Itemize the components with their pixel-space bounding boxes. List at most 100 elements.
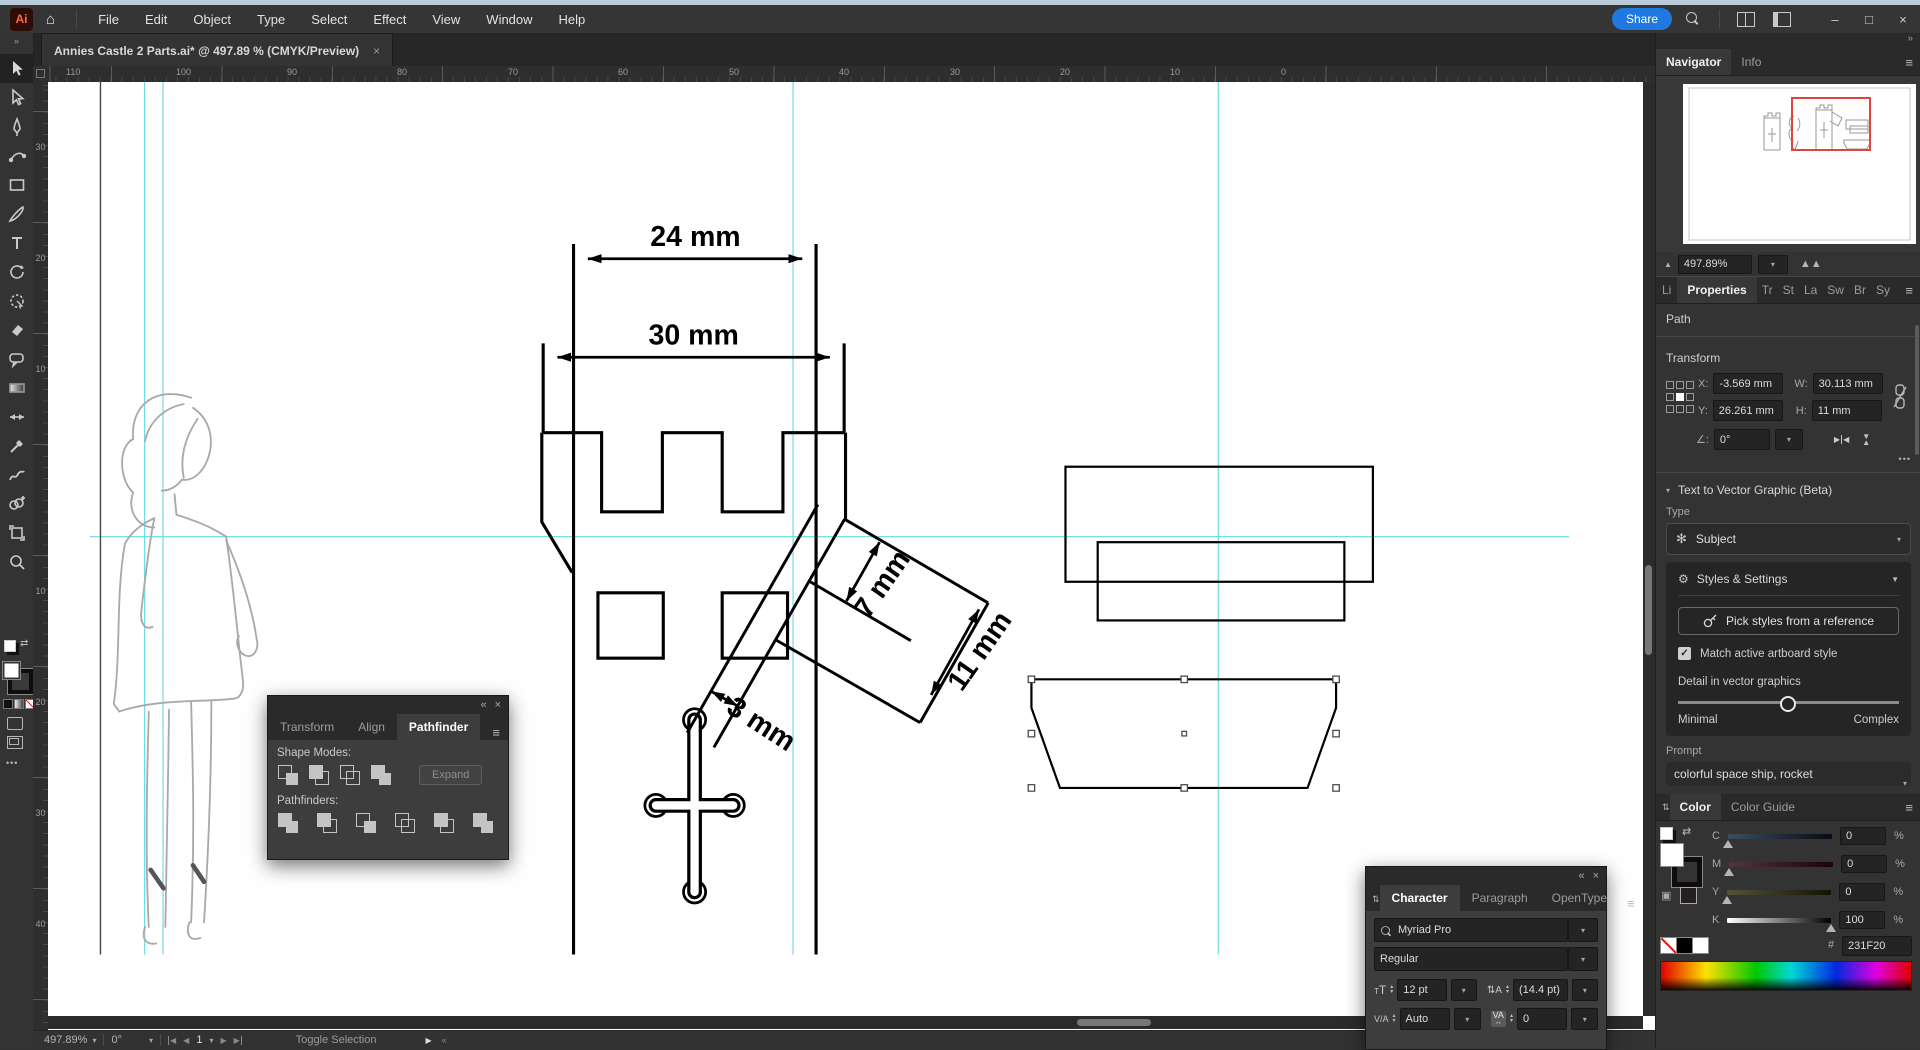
part-rectangles[interactable] — [1065, 467, 1372, 621]
pick-styles-button[interactable]: Pick styles from a reference — [1678, 607, 1899, 635]
tab-layers[interactable]: La — [1799, 277, 1822, 303]
tracking-stepper[interactable]: ▴▾ — [1510, 1014, 1513, 1024]
tool-direct-selection[interactable] — [0, 83, 33, 112]
document-tab[interactable]: Annies Castle 2 Parts.ai* @ 497.89 % (CM… — [41, 33, 393, 67]
next-artboard-icon[interactable]: ▶ — [220, 1036, 226, 1045]
yellow-slider[interactable] — [1727, 890, 1831, 895]
dim-7mm[interactable]: 7 mm — [848, 544, 917, 623]
tool-gradient[interactable] — [0, 373, 33, 402]
prompt-input[interactable]: colorful space ship, rocket ▾ — [1666, 762, 1911, 786]
collapse-icon[interactable]: « — [480, 699, 486, 711]
tool-shape-builder[interactable] — [0, 489, 33, 518]
zoom-in-icon[interactable]: ▲▲ — [1800, 258, 1822, 270]
cyan-slider[interactable] — [1728, 834, 1832, 839]
flip-horizontal-icon[interactable]: ▶◀ — [1834, 435, 1849, 444]
tab-color[interactable]: Color — [1670, 794, 1721, 820]
swap-fill-stroke-icon[interactable]: ⇄ — [20, 638, 28, 649]
menu-object[interactable]: Object — [193, 12, 231, 27]
panel-menu-icon[interactable]: ≡ — [1897, 283, 1920, 298]
hex-input[interactable]: 231F20 — [1842, 936, 1912, 956]
default-fill-stroke-icon[interactable] — [4, 640, 16, 652]
leading-dropdown[interactable]: ▾ — [1572, 979, 1598, 1001]
leading-stepper[interactable]: ▴▾ — [1506, 985, 1509, 995]
rotation-input[interactable]: 0° — [1714, 429, 1770, 450]
tool-eyedropper[interactable] — [0, 431, 33, 460]
black-slider[interactable] — [1727, 918, 1831, 923]
font-size-input[interactable]: 12 pt — [1397, 979, 1446, 1001]
tool-rotate[interactable] — [0, 257, 33, 286]
home-icon[interactable]: ⌂ — [46, 11, 55, 28]
font-family-dropdown[interactable]: ▾ — [1568, 918, 1598, 942]
magenta-slider[interactable] — [1729, 862, 1833, 867]
tool-selection[interactable] — [0, 54, 33, 83]
navigator-zoom-input[interactable]: 497.89% — [1678, 255, 1752, 274]
tab-character[interactable]: Character — [1380, 885, 1460, 911]
dock-scrollbar-thumb[interactable] — [1915, 325, 1919, 455]
default-fill-stroke-icon[interactable] — [1660, 827, 1673, 840]
share-button[interactable]: Share — [1612, 8, 1672, 30]
dim-24mm[interactable]: 24 mm — [650, 221, 740, 253]
last-artboard-icon[interactable]: ▶ — [234, 1036, 242, 1045]
black-value-input[interactable]: 100 — [1839, 911, 1885, 929]
pathfinder-merge-icon[interactable] — [355, 813, 377, 833]
tab-properties[interactable]: Properties — [1677, 277, 1756, 303]
tab-align[interactable]: Align — [346, 714, 397, 740]
tool-scribble[interactable] — [0, 460, 33, 489]
pathfinder-outline-icon[interactable] — [433, 813, 455, 833]
menu-type[interactable]: Type — [257, 12, 285, 27]
dimension-lines[interactable] — [557, 259, 979, 706]
rotation-dropdown[interactable]: ▾ — [1775, 429, 1803, 450]
arrange-documents-icon[interactable] — [1737, 12, 1755, 27]
vertical-scrollbar[interactable] — [1643, 82, 1655, 1016]
tool-lasso[interactable] — [0, 286, 33, 315]
tab-paragraph[interactable]: Paragraph — [1460, 885, 1540, 911]
font-family-input[interactable]: Myriad Pro — [1374, 918, 1568, 942]
artboard-dropdown-icon[interactable]: ▾ — [209, 1036, 213, 1045]
tracking-dropdown[interactable]: ▾ — [1571, 1008, 1598, 1030]
font-size-stepper[interactable]: ▴▾ — [1390, 985, 1393, 995]
window-close-button[interactable]: × — [1886, 12, 1920, 27]
dim-3mm[interactable]: 3 mm — [721, 691, 801, 758]
tool-eraser[interactable] — [0, 315, 33, 344]
flip-vertical-icon[interactable]: ▼▲ — [1862, 434, 1870, 446]
tool-paintbrush[interactable] — [0, 199, 33, 228]
panel-cycle-icon[interactable]: ⇅ — [1366, 888, 1380, 911]
black-swatch[interactable] — [1677, 937, 1693, 954]
first-artboard-icon[interactable]: ◀ — [168, 1036, 176, 1045]
status-collapse-icon[interactable]: « — [442, 1035, 447, 1045]
window-minimize-button[interactable]: – — [1818, 12, 1852, 27]
tool-curvature[interactable] — [0, 141, 33, 170]
vertical-scrollbar-thumb[interactable] — [1645, 565, 1652, 655]
tab-info[interactable]: Info — [1731, 49, 1771, 75]
w-input[interactable]: 30.113 mm — [1813, 373, 1883, 394]
menu-edit[interactable]: Edit — [145, 12, 167, 27]
pathfinder-crop-icon[interactable] — [394, 813, 416, 833]
pathfinder-trim-icon[interactable] — [316, 813, 338, 833]
tab-pathfinder[interactable]: Pathfinder — [397, 714, 480, 740]
tool-zoom[interactable] — [0, 547, 33, 576]
styles-collapse-icon[interactable]: ▼ — [1891, 575, 1899, 584]
menu-select[interactable]: Select — [311, 12, 347, 27]
none-swatch[interactable] — [1660, 937, 1677, 954]
white-swatch[interactable] — [1693, 937, 1709, 954]
shape-mode-minus-front-icon[interactable] — [308, 765, 330, 785]
match-artboard-checkbox[interactable]: ✓ — [1678, 647, 1691, 660]
leading-input[interactable]: (14.4 pt) — [1513, 979, 1568, 1001]
tab-transparency[interactable]: Tr — [1757, 277, 1778, 303]
font-size-dropdown[interactable]: ▾ — [1451, 979, 1477, 1001]
gamut-color-swatch[interactable] — [1680, 887, 1697, 904]
font-style-dropdown[interactable]: ▾ — [1568, 947, 1598, 971]
collapse-icon[interactable]: « — [1578, 870, 1584, 882]
panel-menu-icon[interactable]: ≡ — [1619, 896, 1643, 911]
workspace-switcher-icon[interactable] — [1773, 12, 1791, 27]
menu-effect[interactable]: Effect — [373, 12, 406, 27]
tab-navigator[interactable]: Navigator — [1656, 49, 1731, 75]
tool-shaper[interactable] — [0, 344, 33, 373]
person-sketch[interactable] — [114, 394, 258, 944]
more-options-icon[interactable]: ••• — [1666, 454, 1911, 464]
tab-libraries[interactable]: Li — [1656, 277, 1677, 303]
tool-artboard[interactable] — [0, 518, 33, 547]
x-input[interactable]: -3.569 mm — [1713, 373, 1783, 394]
yellow-value-input[interactable]: 0 — [1839, 883, 1885, 901]
zoom-out-icon[interactable]: ▲ — [1664, 260, 1672, 269]
